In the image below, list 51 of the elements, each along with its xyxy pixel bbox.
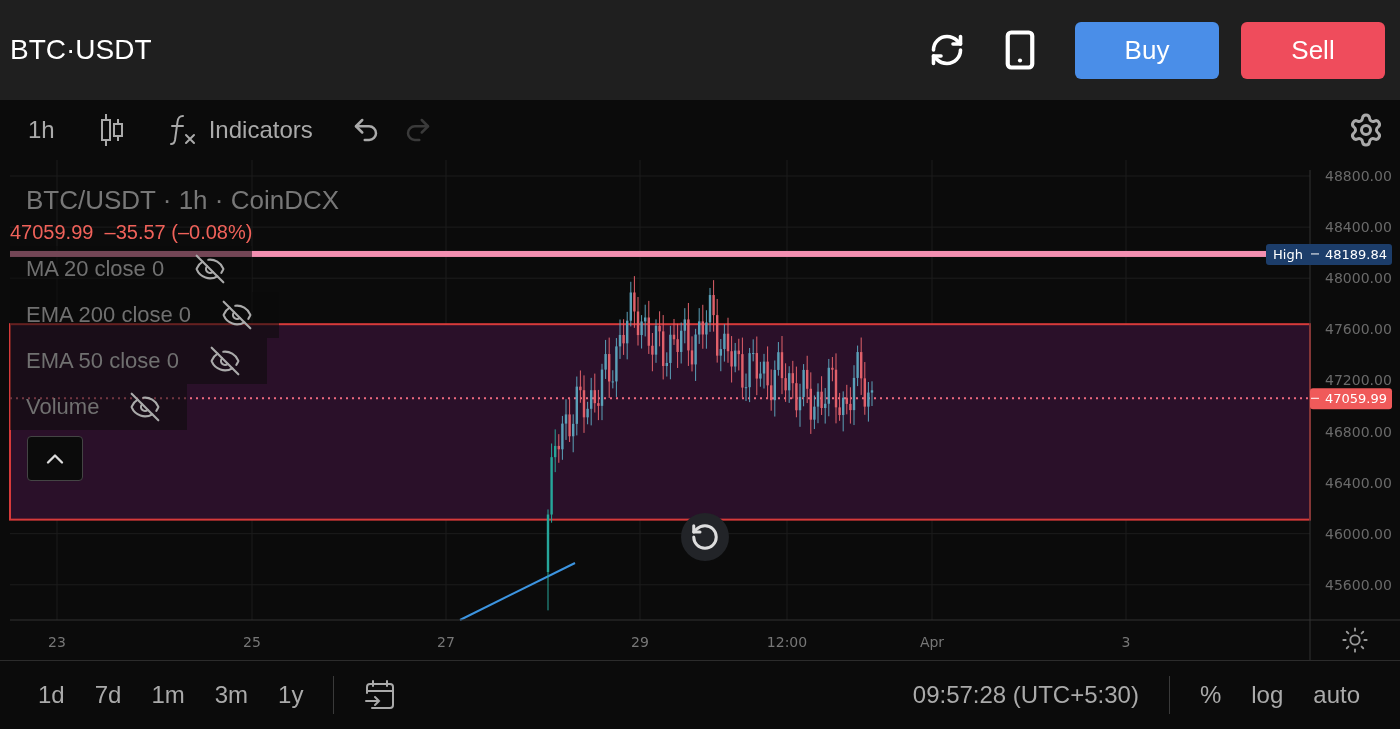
clock-time: 09:57:28 (UTC+5:30) [912,681,1139,709]
price-label: 48800.00 [1325,168,1392,184]
scale-option-button[interactable]: % [1199,681,1222,709]
study-label: Volume [26,394,100,420]
sell-button[interactable]: Sell [1241,21,1385,79]
interval-button[interactable]: 1h [28,116,55,144]
candlestick-icon[interactable] [98,113,125,147]
price-label: 45600.00 [1325,576,1392,593]
study-label: EMA 50 close 0 [26,348,179,374]
time-label: 23 [48,634,66,650]
price-label: 46400.00 [1325,474,1392,491]
chart-title: BTC/USDT · 1h · CoinDCX [25,184,340,217]
settings-icon[interactable] [1348,112,1384,148]
high-value: 48189.84 [1325,246,1388,262]
reset-button[interactable] [681,513,729,561]
indicators-button[interactable]: Indicators [168,113,313,147]
range-button[interactable]: 1y [278,681,304,709]
time-label: 29 [631,634,649,650]
time-label: 12:00 [766,634,808,650]
price-label: 47600.00 [1325,321,1392,338]
function-icon [168,113,197,147]
price-label: 48400.00 [1325,219,1392,236]
time-label: Apr [919,634,945,650]
collapse-button[interactable] [27,436,83,481]
range-button[interactable]: 1d [38,681,65,709]
time-label: 27 [437,634,455,650]
hidden-eye-icon[interactable] [129,391,162,423]
study-label: EMA 200 close 0 [26,302,192,328]
refresh-icon[interactable] [929,32,965,68]
reset-icon [690,522,720,552]
current-price-badge: 47059.99 [1310,388,1392,410]
study-label: MA 20 close 0 [26,256,165,282]
price-label: 46000.00 [1325,525,1392,542]
range-button[interactable]: 3m [214,681,249,709]
scale-option-button[interactable]: log [1251,681,1284,709]
price-change: 47059.99 –35.57 (–0.08%) [10,220,253,245]
range-button[interactable]: 7d [94,681,122,709]
price-label: 46800.00 [1325,423,1392,440]
high-label: High [1273,246,1303,262]
sun-icon[interactable] [1343,628,1367,652]
time-label: 3 [1121,634,1131,650]
range-button[interactable]: 1m [151,681,185,709]
calendar-icon[interactable] [364,679,397,711]
symbol-title: BTC·USDT [10,34,153,66]
price-label: 48000.00 [1325,270,1392,287]
time-label: 25 [243,634,261,650]
price-label: 47200.00 [1325,372,1392,389]
hidden-eye-icon[interactable] [208,345,241,377]
hidden-eye-icon[interactable] [221,299,254,331]
hidden-eye-icon[interactable] [194,253,227,285]
scale-option-button[interactable]: auto [1313,681,1360,709]
